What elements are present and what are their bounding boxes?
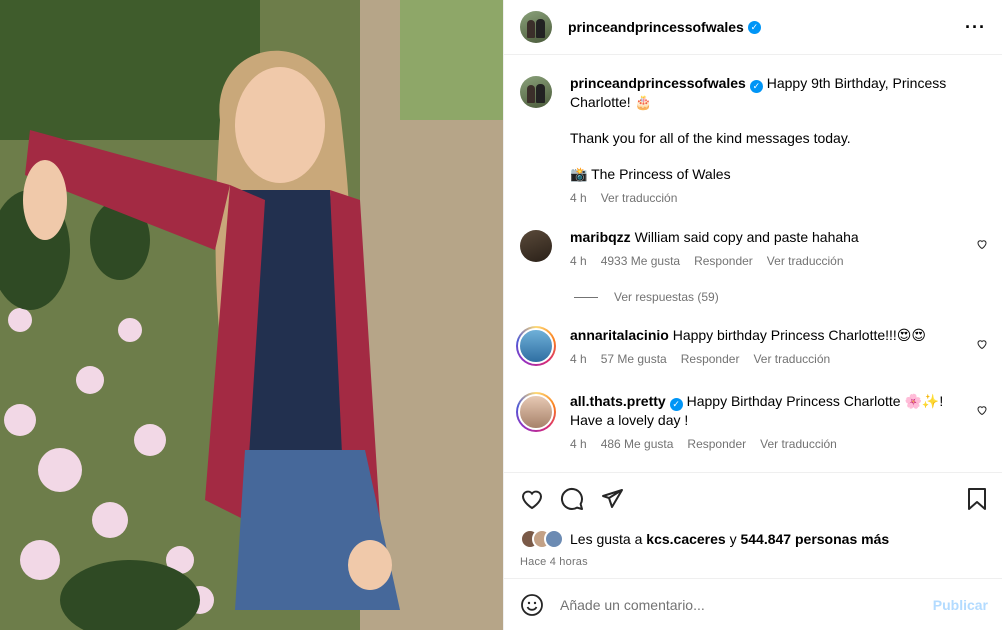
commenter-avatar[interactable] [520, 230, 552, 262]
view-replies[interactable]: Ver respuestas (59) [574, 290, 719, 304]
comment-username[interactable]: annaritalacinio [570, 327, 669, 343]
verified-badge-icon: ✓ [749, 80, 763, 93]
reply-link[interactable]: Responder [681, 350, 740, 368]
share-icon[interactable] [600, 487, 624, 511]
reply-link[interactable]: Responder [694, 252, 753, 270]
verified-badge-icon: ✓ [747, 20, 761, 34]
likes-summary: Les gusta a kcs.caceres y 544.847 person… [520, 529, 988, 549]
caption-time: 4 h [570, 191, 587, 205]
posted-ago: Hace 4 horas [520, 556, 588, 568]
comment-likes[interactable]: 486 Me gusta [601, 435, 674, 453]
bookmark-icon[interactable] [966, 487, 988, 511]
comments-list: princeandprincessofwales ✓ Happy 9th Birt… [504, 56, 1002, 471]
commenter-avatar[interactable] [516, 326, 556, 366]
post-photo[interactable] [0, 0, 503, 630]
add-comment-bar: Publicar [504, 578, 1002, 630]
liker-avatar [544, 529, 564, 549]
comment-item: maribqzz William said copy and paste hah… [504, 228, 1002, 270]
post-header: princeandprincessofwales ✓ ··· [504, 0, 1002, 55]
comment-username[interactable]: maribqzz [570, 229, 631, 245]
reply-link[interactable]: Responder [687, 435, 746, 453]
comment-like-icon[interactable] [976, 238, 988, 250]
translate-link[interactable]: Ver traducción [767, 252, 844, 270]
caption-translate-link[interactable]: Ver traducción [601, 189, 678, 207]
comment-icon[interactable] [560, 487, 584, 511]
likes-prefix: Les gusta a [570, 531, 647, 547]
verified-badge-icon: ✓ [669, 398, 683, 411]
caption-username[interactable]: princeandprincessofwales [570, 75, 746, 91]
publish-button[interactable]: Publicar [933, 597, 988, 613]
comment-time: 4 h [570, 437, 587, 451]
comment-text: Happy birthday Princess Charlotte!!!😍😍 [672, 327, 926, 343]
view-replies-label[interactable]: Ver respuestas (59) [614, 290, 719, 304]
post-actions: Les gusta a kcs.caceres y 544.847 person… [504, 472, 1002, 568]
comment-input[interactable] [560, 596, 933, 613]
commenter-avatar[interactable] [516, 392, 556, 432]
comment-time: 4 h [570, 254, 587, 268]
emoji-icon[interactable] [520, 593, 544, 617]
author-avatar[interactable] [520, 11, 552, 43]
like-icon[interactable] [520, 487, 544, 511]
author-username[interactable]: princeandprincessofwales [568, 19, 744, 35]
photo-illustration [0, 0, 503, 630]
more-options-icon[interactable]: ··· [965, 17, 986, 38]
comment-like-icon[interactable] [976, 404, 988, 416]
author-avatar[interactable] [520, 76, 552, 108]
post-panel: princeandprincessofwales ✓ ··· princeand… [503, 0, 1002, 630]
comment-time: 4 h [570, 352, 587, 366]
likes-count[interactable]: 544.847 personas más [740, 531, 889, 547]
comment-likes[interactable]: 57 Me gusta [601, 350, 667, 368]
comment-likes[interactable]: 4933 Me gusta [601, 252, 680, 270]
caption-credit: 📸 The Princess of Wales [570, 166, 731, 182]
likes-mid: y [725, 531, 741, 547]
comment-like-icon[interactable] [976, 338, 988, 350]
translate-link[interactable]: Ver traducción [760, 435, 837, 453]
caption-text-2: Thank you for all of the kind messages t… [570, 130, 851, 146]
comment-item: all.thats.pretty ✓ Happy Birthday Princes… [504, 392, 1002, 453]
comment-username[interactable]: all.thats.pretty [570, 393, 666, 409]
liker-username[interactable]: kcs.caceres [646, 531, 725, 547]
comment-item: annaritalacinio Happy birthday Princess … [504, 326, 1002, 368]
translate-link[interactable]: Ver traducción [753, 350, 830, 368]
caption: princeandprincessofwales ✓ Happy 9th Birt… [504, 74, 1002, 207]
comment-text: William said copy and paste hahaha [634, 229, 859, 245]
